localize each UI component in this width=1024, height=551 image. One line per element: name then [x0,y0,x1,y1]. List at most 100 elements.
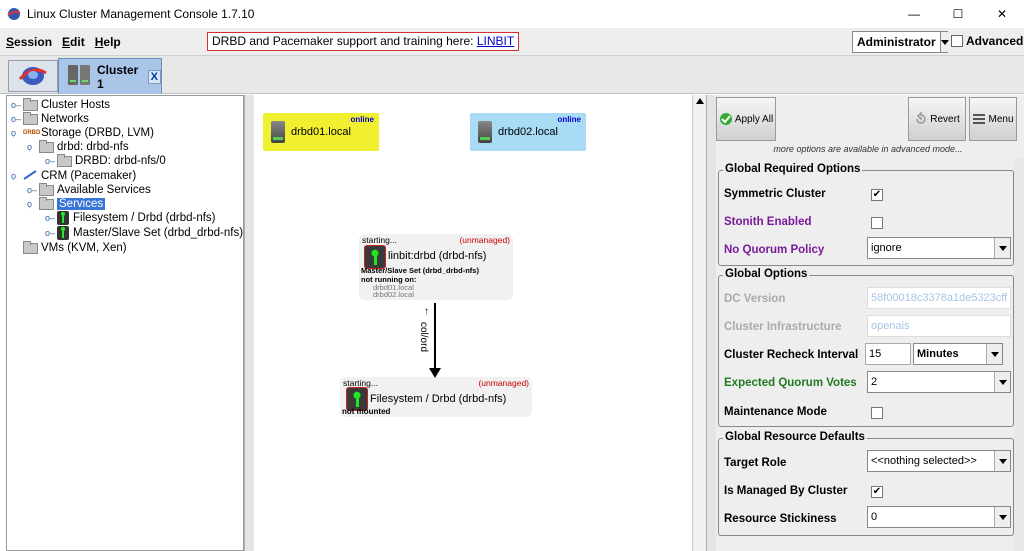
revert-button[interactable]: Revert [908,97,966,141]
tree-handle-icon[interactable]: ọ [11,171,23,181]
label-stonith-enabled: Stonith Enabled [724,216,812,228]
folder-icon [23,111,38,125]
left-splitter[interactable] [244,95,254,551]
check-icon [719,112,733,126]
node-name: drbd02.local [373,290,414,299]
tree-handle-icon[interactable]: o– [45,213,57,223]
chevron-down-icon [939,32,949,52]
arrow-up-icon: ↑ [424,306,429,317]
tree-item-crm[interactable]: ọ CRM (Pacemaker) [11,169,136,183]
select-resource-stickiness[interactable]: 0 [867,506,1011,528]
service-managed: (unmanaged) [459,235,510,245]
checkbox-is-managed[interactable]: ✔ [871,486,883,498]
label-dc-version: DC Version [724,293,786,305]
folder-icon [23,240,38,254]
label-cluster-infrastructure: Cluster Infrastructure [724,321,842,333]
chevron-down-icon [994,238,1010,258]
tree-handle-icon[interactable]: ọ [27,142,39,152]
host-status: online [557,115,581,124]
checkbox-symmetric-cluster[interactable]: ✔ [871,189,883,201]
tree-handle-icon[interactable]: o– [45,156,57,166]
app-logo-icon [7,7,21,21]
cluster-tree: o– Cluster Hosts o– Networks ọ DRBD Storage … [6,95,244,551]
minimize-button[interactable]: — [892,0,936,28]
support-banner: DRBD and Pacemaker support and training … [207,32,520,51]
tree-item-cluster-hosts[interactable]: o– Cluster Hosts [11,97,110,112]
select-recheck-unit[interactable]: Minutes [913,343,1003,365]
chevron-down-icon [994,372,1010,392]
set-label: Master/Slave Set (drbd_drbd-nfs) [361,266,479,275]
service-name: linbit:drbd (drbd-nfs) [388,250,487,262]
label-is-managed: Is Managed By Cluster [724,485,848,497]
folder-icon [39,182,54,196]
tree-item-services[interactable]: ọ Services [27,196,106,211]
tab-home[interactable] [8,60,58,92]
checkbox-stonith-enabled[interactable] [871,217,883,229]
tree-handle-icon[interactable]: o– [45,228,57,238]
apply-all-button[interactable]: Apply All [716,97,776,141]
advanced-toggle[interactable]: Advanced [951,34,1023,48]
advanced-mode-note: more options are available in advanced m… [773,144,963,154]
tree-item-filesystem[interactable]: o– Filesystem / Drbd (drbd-nfs) [45,211,216,225]
graph-scrollbar[interactable] [692,95,706,551]
select-target-role[interactable]: <<nothing selected>> [867,450,1011,472]
folder-icon [57,153,72,167]
chevron-down-icon [994,507,1010,527]
checkbox-maintenance-mode[interactable] [871,407,883,419]
tree-handle-icon[interactable]: ọ [11,128,23,138]
tree-handle-icon[interactable]: o– [11,114,23,124]
host-name: drbd01.local [291,126,351,138]
group-resource-defaults: Global Resource Defaults Target Role <<n… [718,431,1014,536]
label-target-role: Target Role [724,457,787,469]
server-icon [271,121,285,143]
advanced-checkbox[interactable] [951,35,963,47]
host-node-drbd02[interactable]: online drbd02.local [470,113,586,151]
folder-icon [39,196,54,210]
tree-item-storage[interactable]: ọ DRBD Storage (DRBD, LVM) [11,126,154,140]
tab-cluster-1[interactable]: Cluster 1 X [58,58,162,94]
maximize-button[interactable]: ☐ [936,0,980,28]
tree-item-drbd-volume[interactable]: o– DRBD: drbd-nfs/0 [45,153,166,168]
tree-handle-icon[interactable]: ọ [27,199,39,209]
tree-item-drbd-resource[interactable]: ọ drbd: drbd-nfs [27,139,129,154]
linbit-link[interactable]: LINBIT [477,34,514,48]
user-mode-select[interactable]: Administrator [852,31,949,53]
colocation-order-edge[interactable] [434,303,436,371]
crm-icon [23,169,38,183]
host-node-drbd01[interactable]: online drbd01.local [263,113,379,151]
scroll-up-icon[interactable] [695,97,705,107]
title-bar: Linux Cluster Management Console 1.7.10 … [0,0,1024,28]
right-splitter[interactable] [706,95,716,551]
tree-item-networks[interactable]: o– Networks [11,111,89,126]
folder-icon [23,97,38,111]
panel-scrollbar[interactable] [1014,158,1024,551]
menu-button[interactable]: Menu [969,97,1017,141]
chevron-down-icon [994,451,1010,471]
menu-session[interactable]: Session [6,35,52,49]
group-global-options: Global Options DC Version 58f00018c3378a… [718,268,1014,427]
menu-help[interactable]: Help [95,35,121,49]
tree-handle-icon[interactable]: o– [11,100,23,110]
label-no-quorum-policy: No Quorum Policy [724,244,825,256]
host-status: online [350,115,374,124]
group-global-required: Global Required Options Symmetric Cluste… [718,163,1014,266]
select-expected-quorum-votes[interactable]: 2 [867,371,1011,393]
folder-icon [39,139,54,153]
close-window-button[interactable]: ✕ [980,0,1024,28]
input-recheck-interval[interactable]: 15 [865,343,911,365]
window-title: Linux Cluster Management Console 1.7.10 [27,7,255,21]
tree-item-vms[interactable]: VMs (KVM, Xen) [11,240,127,255]
tree-handle-icon[interactable]: o– [27,185,39,195]
field-cluster-infrastructure: openais [867,315,1011,337]
tree-item-master-slave[interactable]: o– Master/Slave Set (drbd_drbd-nfs) [45,226,243,240]
select-no-quorum-policy[interactable]: ignore [867,237,1011,259]
service-node-filesystem[interactable]: starting... (unmanaged) Filesystem / Drb… [340,377,532,417]
tree-item-available-services[interactable]: o– Available Services [27,182,151,197]
service-state: starting... [362,235,397,245]
service-node-master-slave[interactable]: starting... (unmanaged) linbit:drbd (drb… [359,234,513,300]
label-expected-quorum-votes: Expected Quorum Votes [724,377,857,389]
host-name: drbd02.local [498,126,558,138]
close-tab-button[interactable]: X [147,69,161,84]
menu-edit[interactable]: Edit [62,35,85,49]
service-status-icon [57,211,69,225]
